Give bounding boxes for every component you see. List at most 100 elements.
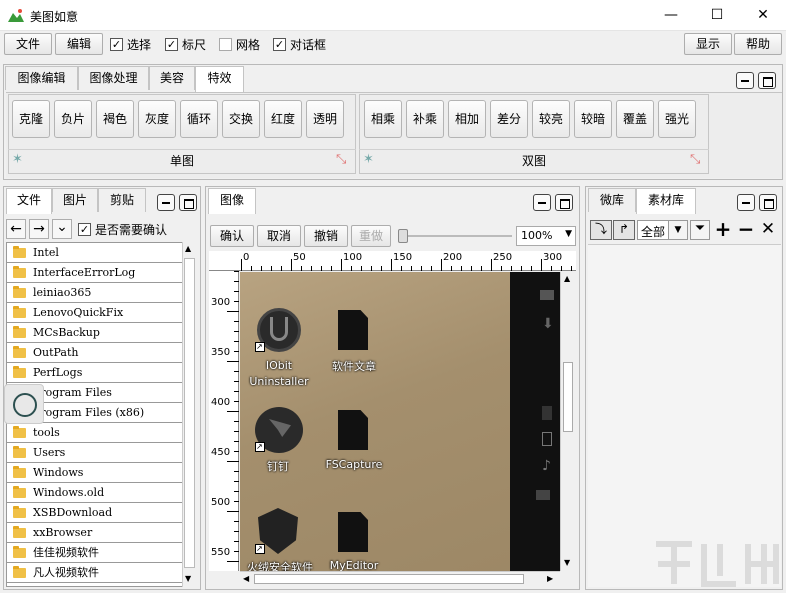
ruler-vertical: 300 350 400 450 500 550 [209, 271, 239, 571]
tab-image-edit[interactable]: 图像编辑 [5, 66, 78, 90]
file-list-item[interactable]: PerfLogs [7, 363, 183, 383]
effect-button-negative[interactable]: 负片 [54, 100, 92, 138]
effect-button-redness[interactable]: 红度 [264, 100, 302, 138]
effect-button-difference[interactable]: 差分 [490, 100, 528, 138]
collapse-arrows-icon[interactable]: ⤡ [336, 152, 346, 167]
panel-minimize-icon[interactable] [736, 72, 754, 89]
panel-minimize-icon[interactable] [737, 194, 755, 211]
effect-button-hardlight[interactable]: 强光 [658, 100, 696, 138]
effect-button-cycle[interactable]: 循环 [180, 100, 218, 138]
effect-button-darken[interactable]: 较暗 [574, 100, 612, 138]
effect-button-transparent[interactable]: 透明 [306, 100, 344, 138]
minimize-button[interactable]: — [648, 0, 694, 30]
tab-beauty[interactable]: 美容 [149, 66, 195, 90]
grid-checkbox[interactable]: 网格 [219, 36, 260, 52]
scrollbar-thumb[interactable] [184, 258, 195, 568]
maximize-button[interactable]: ☐ [694, 0, 740, 30]
panel-minimize-icon[interactable] [533, 194, 551, 211]
confirm-button[interactable]: 确认 [210, 225, 254, 247]
panel-maximize-icon[interactable] [179, 194, 197, 211]
file-list-item[interactable]: Users [7, 443, 183, 463]
scrollbar-thumb[interactable] [563, 362, 573, 432]
ruler-minor-tick [234, 561, 239, 562]
effect-button-overlay[interactable]: 覆盖 [616, 100, 654, 138]
tab-micro-library[interactable]: 微库 [588, 188, 636, 212]
help-button[interactable]: 帮助 [734, 33, 782, 55]
file-list-item[interactable]: 凡人视频软件 [7, 563, 183, 583]
file-list-item-label: 凡人视频软件 [33, 566, 99, 579]
scrollbar-thumb[interactable] [254, 574, 524, 584]
effect-button-multiply[interactable]: 相乘 [364, 100, 402, 138]
file-list-item[interactable]: InterfaceErrorLog [7, 263, 183, 283]
file-list-item[interactable]: Windows [7, 463, 183, 483]
import-icon[interactable]: ⤵ [590, 220, 612, 240]
delete-icon[interactable]: ✕ [758, 218, 778, 240]
ruler-minor-tick [281, 266, 282, 271]
ruler-tick-label: 300 [211, 297, 231, 308]
tab-pictures[interactable]: 图片 [52, 188, 98, 212]
tab-material-library[interactable]: 素材库 [636, 188, 696, 214]
show-button[interactable]: 显示 [684, 33, 732, 55]
zoom-slider[interactable] [398, 235, 512, 237]
remove-icon[interactable]: − [736, 218, 756, 240]
confirm-checkbox[interactable]: ✓ 是否需要确认 [78, 221, 167, 237]
forward-arrow-icon[interactable]: → [29, 219, 49, 239]
tab-image-process[interactable]: 图像处理 [78, 66, 149, 90]
back-arrow-icon[interactable]: ← [6, 219, 26, 239]
tab-effects[interactable]: 特效 [195, 66, 244, 92]
edit-menu-button[interactable]: 编辑 [55, 33, 103, 55]
image-canvas[interactable]: ↗ IObit Uninstaller 软件文章 ↗ 钉钉 FSCapture … [240, 272, 560, 571]
expand-down-icon[interactable]: ⏷ [690, 220, 710, 240]
file-list-item[interactable]: OutPath [7, 343, 183, 363]
file-list-item[interactable]: leiniao365 [7, 283, 183, 303]
cancel-button[interactable]: 取消 [257, 225, 301, 247]
dialog-checkbox[interactable]: ✓ 对话框 [273, 36, 326, 52]
file-list-item[interactable]: xxBrowser [7, 523, 183, 543]
zoom-select[interactable]: 100% ▼ [516, 226, 576, 246]
file-list-item[interactable]: LenovoQuickFix [7, 303, 183, 323]
desktop-icon-label: MyEditor [329, 559, 379, 571]
effect-button-grayscale[interactable]: 灰度 [138, 100, 176, 138]
zoom-slider-handle[interactable] [398, 229, 408, 243]
collapse-arrows-icon[interactable]: ⤡ [690, 152, 700, 167]
select-label: 选择 [127, 37, 152, 52]
ruler-checkbox[interactable]: ✓ 标尺 [165, 36, 206, 52]
ruler-minor-tick [321, 266, 322, 271]
file-list-item[interactable]: 佳佳视频软件 [7, 543, 183, 563]
file-list-item[interactable]: Intel [7, 243, 183, 263]
ruler-minor-tick [481, 266, 482, 271]
panel-maximize-icon[interactable] [758, 72, 776, 89]
effect-button-swap[interactable]: 交换 [222, 100, 260, 138]
select-checkbox[interactable]: ✓ 选择 [110, 36, 151, 52]
panel-maximize-icon[interactable] [555, 194, 573, 211]
file-list-item[interactable]: Windows.old [7, 483, 183, 503]
panel-minimize-icon[interactable] [157, 194, 175, 211]
file-list-item-label: Intel [33, 246, 59, 259]
effect-button-add[interactable]: 相加 [448, 100, 486, 138]
chevron-down-icon[interactable]: ⌄ [52, 219, 72, 239]
redo-button[interactable]: 重做 [351, 225, 391, 247]
tab-clipboard[interactable]: 剪贴 [98, 188, 146, 212]
file-list-scrollbar[interactable]: ▲ ▼ [182, 242, 196, 587]
canvas-horizontal-scrollbar[interactable]: ◀ ▶ [240, 571, 560, 586]
file-list-item[interactable]: 截图保存 [7, 583, 183, 586]
file-list-item[interactable]: tools [7, 423, 183, 443]
share-icon[interactable]: ↱ [613, 220, 635, 240]
tab-files[interactable]: 文件 [6, 188, 52, 214]
effect-button-lighten[interactable]: 较亮 [532, 100, 570, 138]
close-button[interactable]: ✕ [740, 0, 786, 30]
file-list-item[interactable]: XSBDownload [7, 503, 183, 523]
tab-image[interactable]: 图像 [208, 188, 256, 214]
undo-button[interactable]: 撤销 [304, 225, 348, 247]
file-list-item[interactable]: MCsBackup [7, 323, 183, 343]
window-title: 美图如意 [30, 10, 79, 24]
effect-button-sepia[interactable]: 褐色 [96, 100, 134, 138]
ruler-minor-tick [301, 266, 302, 271]
file-menu-button[interactable]: 文件 [4, 33, 52, 55]
effect-button-screen[interactable]: 补乘 [406, 100, 444, 138]
add-icon[interactable]: + [713, 218, 733, 240]
panel-maximize-icon[interactable] [759, 194, 777, 211]
canvas-vertical-scrollbar[interactable]: ▲ ▼ [560, 272, 575, 571]
dropdown-arrow-icon[interactable]: ▼ [668, 220, 688, 240]
effect-button-clone[interactable]: 克隆 [12, 100, 50, 138]
